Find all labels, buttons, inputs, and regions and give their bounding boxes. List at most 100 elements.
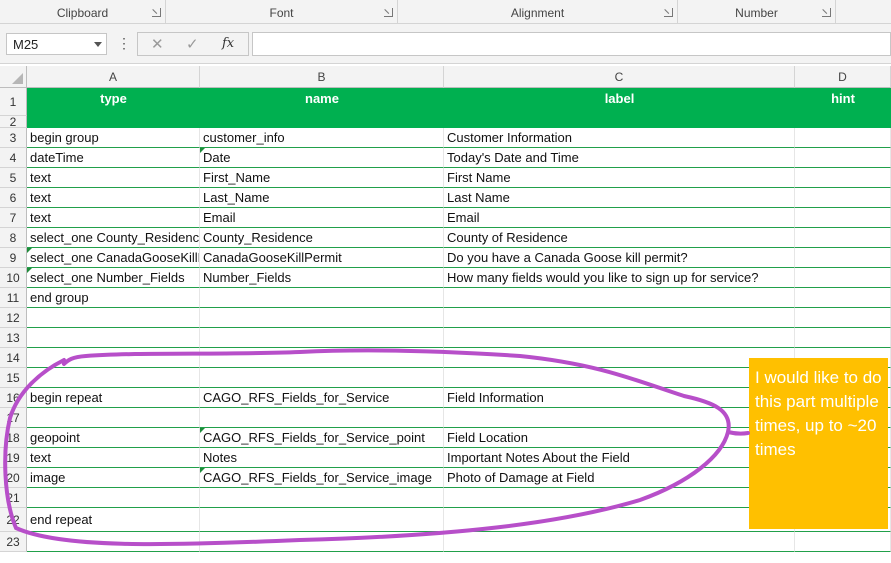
row-header-8[interactable]: 8 [0, 228, 27, 248]
cell-name[interactable]: customer_info [200, 128, 444, 148]
cell-name[interactable]: Number_Fields [200, 268, 444, 288]
header-fill-cell[interactable] [200, 116, 444, 128]
row-header-1[interactable]: 1 [0, 88, 27, 116]
column-header-b[interactable]: B [200, 66, 444, 88]
cell-label[interactable] [444, 308, 795, 328]
cell-label[interactable]: Photo of Damage at Field [444, 468, 795, 488]
cell-label[interactable]: Last Name [444, 188, 795, 208]
chevron-down-icon[interactable] [94, 42, 102, 47]
row-header-18[interactable]: 18 [0, 428, 27, 448]
cell-type[interactable]: end repeat [27, 508, 200, 532]
cell-hint[interactable] [795, 168, 891, 188]
cell-hint[interactable] [795, 288, 891, 308]
cell-hint[interactable] [795, 128, 891, 148]
cell-label[interactable]: Important Notes About the Field [444, 448, 795, 468]
cell-label[interactable] [444, 508, 795, 532]
row-header-9[interactable]: 9 [0, 248, 27, 268]
cell-label[interactable] [444, 408, 795, 428]
row-header-10[interactable]: 10 [0, 268, 27, 288]
cell-label[interactable]: Customer Information [444, 128, 795, 148]
cell-type[interactable]: dateTime [27, 148, 200, 168]
row-header-21[interactable]: 21 [0, 488, 27, 508]
cell-type[interactable] [27, 408, 200, 428]
row-header-19[interactable]: 19 [0, 448, 27, 468]
cell-label[interactable] [444, 348, 795, 368]
cell-label[interactable]: First Name [444, 168, 795, 188]
header-fill-cell[interactable] [444, 116, 795, 128]
row-header-13[interactable]: 13 [0, 328, 27, 348]
cell-label[interactable]: How many fields would you like to sign u… [444, 268, 795, 288]
cell-label[interactable]: Today's Date and Time [444, 148, 795, 168]
cell-type[interactable]: geopoint [27, 428, 200, 448]
cell-type[interactable] [27, 488, 200, 508]
cell-label[interactable] [444, 488, 795, 508]
header-cell-name[interactable]: name [200, 88, 444, 116]
cell-name[interactable] [200, 328, 444, 348]
row-header-15[interactable]: 15 [0, 368, 27, 388]
column-header-a[interactable]: A [27, 66, 200, 88]
cell-name[interactable] [200, 488, 444, 508]
column-header-c[interactable]: C [444, 66, 795, 88]
cell-label[interactable] [444, 328, 795, 348]
cell-type[interactable]: text [27, 168, 200, 188]
cell-name[interactable] [200, 308, 444, 328]
row-header-17[interactable]: 17 [0, 408, 27, 428]
cell-type[interactable]: text [27, 208, 200, 228]
cell-hint[interactable] [795, 188, 891, 208]
dialog-launcher-icon[interactable] [664, 8, 673, 17]
header-fill-cell[interactable] [27, 116, 200, 128]
cell-label[interactable]: Field Information [444, 388, 795, 408]
cell-name[interactable]: CAGO_RFS_Fields_for_Service_point [200, 428, 444, 448]
row-header-5[interactable]: 5 [0, 168, 27, 188]
cell-name[interactable]: Notes [200, 448, 444, 468]
cell-type[interactable]: begin repeat [27, 388, 200, 408]
header-cell-type[interactable]: type [27, 88, 200, 116]
cell-type[interactable] [27, 308, 200, 328]
row-header-7[interactable]: 7 [0, 208, 27, 228]
cell-hint[interactable] [795, 228, 891, 248]
dialog-launcher-icon[interactable] [152, 8, 161, 17]
cell-type[interactable]: image [27, 468, 200, 488]
row-header-3[interactable]: 3 [0, 128, 27, 148]
cell-name[interactable]: CanadaGooseKillPermit [200, 248, 444, 268]
cell-hint[interactable] [795, 308, 891, 328]
row-header-23[interactable]: 23 [0, 532, 27, 552]
more-options-icon[interactable]: ⋮ [117, 35, 131, 52]
cell-name[interactable] [200, 348, 444, 368]
cell-hint[interactable] [795, 268, 891, 288]
cell-name[interactable]: Email [200, 208, 444, 228]
formula-input[interactable] [252, 32, 891, 56]
cell-type[interactable] [27, 348, 200, 368]
cell-label[interactable]: Field Location [444, 428, 795, 448]
header-cell-label[interactable]: label [444, 88, 795, 116]
cell-name[interactable] [200, 532, 444, 552]
cell-label[interactable]: Do you have a Canada Goose kill permit? [444, 248, 795, 268]
cell-name[interactable]: County_Residence [200, 228, 444, 248]
cell-type[interactable] [27, 532, 200, 552]
column-header-d[interactable]: D [795, 66, 891, 88]
cell-hint[interactable] [795, 148, 891, 168]
cell-name[interactable] [200, 408, 444, 428]
select-all-button[interactable] [0, 66, 27, 88]
cell-label[interactable] [444, 368, 795, 388]
row-header-16[interactable]: 16 [0, 388, 27, 408]
row-header-6[interactable]: 6 [0, 188, 27, 208]
header-cell-hint[interactable]: hint [795, 88, 891, 116]
cell-label[interactable]: Email [444, 208, 795, 228]
checkmark-icon[interactable]: ✓ [186, 35, 199, 53]
row-header-11[interactable]: 11 [0, 288, 27, 308]
row-header-2[interactable]: 2 [0, 116, 27, 128]
cell-name[interactable]: Date [200, 148, 444, 168]
name-box[interactable]: M25 [6, 33, 107, 55]
cell-type[interactable]: select_one County_Residence [27, 228, 200, 248]
cell-name[interactable]: CAGO_RFS_Fields_for_Service_image [200, 468, 444, 488]
cell-name[interactable] [200, 368, 444, 388]
cell-label[interactable]: County of Residence [444, 228, 795, 248]
cell-type[interactable]: text [27, 188, 200, 208]
row-header-20[interactable]: 20 [0, 468, 27, 488]
header-fill-cell[interactable] [795, 116, 891, 128]
row-header-14[interactable]: 14 [0, 348, 27, 368]
cell-type[interactable]: end group [27, 288, 200, 308]
cell-hint[interactable] [795, 208, 891, 228]
dialog-launcher-icon[interactable] [384, 8, 393, 17]
